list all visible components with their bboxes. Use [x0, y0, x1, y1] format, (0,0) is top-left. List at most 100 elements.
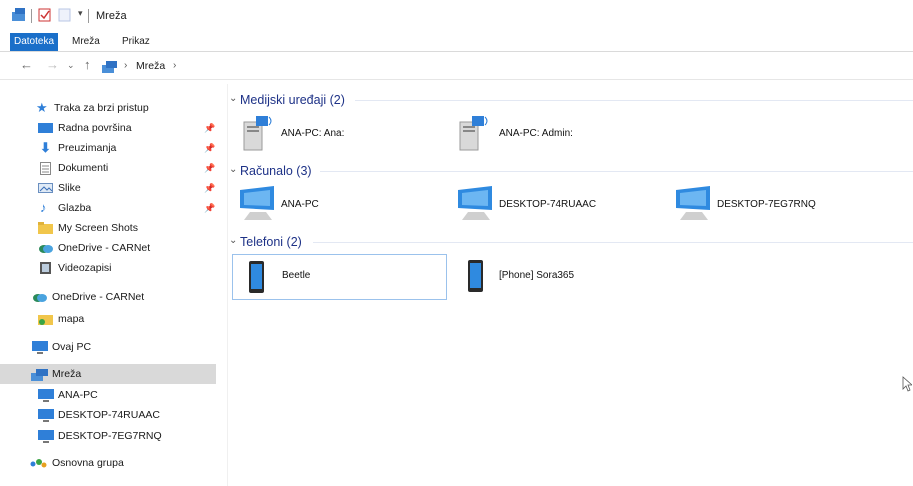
group-header-media[interactable]: Medijski uređaji (2) [240, 92, 345, 108]
ribbon-tabs: Datoteka Mreža Prikaz [0, 33, 913, 51]
folder-icon [38, 222, 53, 234]
sidebar-item-downloads[interactable]: ⬇ Preuzimanja 📌 [0, 138, 216, 158]
computer-item-desktop-7eg7rnq[interactable]: DESKTOP-7EG7RNQ [670, 184, 880, 228]
computer-icon [38, 409, 54, 422]
music-note-icon: ♪ [40, 200, 47, 215]
group-header-phones[interactable]: Telefoni (2) [240, 234, 302, 250]
computer-item-desktop-74ruaac[interactable]: DESKTOP-74RUAAC [452, 184, 662, 228]
phone-icon [249, 261, 264, 293]
sidebar-item-network[interactable]: Mreža [0, 364, 216, 384]
media-item-admin[interactable]: ANA-PC: Admin: [452, 112, 662, 156]
sidebar-item-desktop-7eg7rnq[interactable]: DESKTOP-7EG7RNQ [0, 426, 216, 446]
sidebar-item-desktop[interactable]: Radna površina 📌 [0, 118, 216, 138]
customize-toolbar-icon[interactable]: ▾ [78, 8, 83, 19]
desktop-icon [38, 123, 53, 133]
media-server-icon [459, 116, 488, 151]
chevron-down-icon[interactable]: ⌄ [229, 235, 237, 246]
star-icon: ★ [36, 100, 48, 115]
forward-arrow-icon[interactable]: → [46, 57, 59, 72]
breadcrumb-chevron-icon: › [124, 60, 128, 71]
network-icon [31, 369, 48, 381]
phone-icon [468, 260, 483, 292]
title-bar: ▾ Mreža [0, 0, 913, 32]
item-label: DESKTOP-7EG7RNQ [717, 199, 816, 210]
computer-item-ana-pc[interactable]: ANA-PC [234, 184, 444, 228]
document-icon [40, 162, 51, 175]
separator [31, 9, 32, 23]
pin-icon[interactable]: 📌 [204, 118, 215, 138]
media-server-icon [243, 116, 272, 151]
sidebar-item-label: OneDrive - CARNet [58, 242, 151, 254]
address-row: ← → ⌄ ↑ › Mreža › [0, 55, 913, 79]
sidebar-item-label: mapa [58, 313, 85, 325]
phone-item-sora365[interactable]: [Phone] Sora365 [452, 255, 662, 299]
sidebar-item-label: Ovaj PC [52, 341, 92, 353]
video-icon [40, 262, 51, 274]
group-divider [313, 242, 913, 243]
sidebar-item-label: Osnovna grupa [52, 457, 124, 469]
sidebar-item-this-pc[interactable]: Ovaj PC [0, 337, 216, 357]
media-item-ana[interactable]: ANA-PC: Ana: [234, 112, 444, 156]
sidebar-item-videos[interactable]: Videozapisi [0, 258, 216, 278]
back-arrow-icon[interactable]: ← [20, 57, 33, 72]
up-arrow-icon[interactable]: ↑ [84, 57, 91, 72]
tab-file[interactable]: Datoteka [10, 33, 59, 51]
recent-locations-icon[interactable]: ⌄ [67, 60, 75, 71]
item-label: ANA-PC: Admin: [499, 128, 573, 139]
sidebar-item-onedrive-quick[interactable]: OneDrive - CARNet [0, 238, 216, 258]
sidebar-item-label: OneDrive - CARNet [52, 291, 145, 303]
sidebar-item-music[interactable]: ♪ Glazba 📌 [0, 198, 216, 218]
sidebar-item-label: Videozapisi [58, 262, 112, 274]
tab-network[interactable]: Mreža [68, 33, 104, 51]
sidebar-item-label: DESKTOP-74RUAAC [58, 409, 160, 421]
item-label: Beetle [282, 270, 311, 281]
computer-icon [676, 186, 710, 220]
sidebar-item-documents[interactable]: Dokumenti 📌 [0, 158, 216, 178]
pin-icon[interactable]: 📌 [204, 178, 215, 198]
sidebar-item-mapa[interactable]: mapa [0, 309, 216, 329]
group-divider [355, 100, 913, 101]
sidebar-item-ana-pc[interactable]: ANA-PC [0, 385, 216, 405]
computer-icon [38, 430, 54, 443]
cursor-icon [902, 376, 912, 392]
address-divider [0, 79, 913, 80]
pin-icon[interactable]: 📌 [204, 198, 215, 218]
chevron-down-icon[interactable]: ⌄ [229, 164, 237, 175]
sidebar-item-label: Preuzimanja [58, 142, 117, 154]
pane-divider [227, 84, 228, 486]
new-folder-icon[interactable] [58, 8, 72, 22]
phone-item-beetle[interactable]: Beetle [232, 254, 447, 300]
navigation-pane: ★ Traka za brzi pristup Radna površina 📌… [0, 84, 216, 486]
sidebar-item-label: ANA-PC [58, 389, 98, 401]
sidebar-item-quick-access[interactable]: ★ Traka za brzi pristup [22, 98, 216, 118]
tab-view[interactable]: Prikaz [118, 33, 154, 51]
ribbon-divider [0, 51, 913, 52]
sidebar-item-label: Slike [58, 182, 81, 194]
folder-icon [38, 315, 53, 325]
sidebar-item-label: Dokumenti [58, 162, 109, 174]
sidebar-item-onedrive[interactable]: OneDrive - CARNet [0, 287, 216, 307]
pictures-icon [38, 183, 53, 193]
item-label: ANA-PC: Ana: [281, 128, 345, 139]
sidebar-item-desktop-74ruaac[interactable]: DESKTOP-74RUAAC [0, 405, 216, 425]
breadcrumb-network[interactable]: Mreža [136, 60, 165, 72]
computer-icon [38, 389, 54, 402]
download-arrow-icon: ⬇ [40, 140, 51, 155]
properties-icon[interactable] [38, 8, 52, 22]
window-title: Mreža [96, 10, 127, 22]
onedrive-icon [33, 294, 47, 302]
sidebar-item-label: Traka za brzi pristup [54, 102, 149, 114]
sidebar-item-pictures[interactable]: Slike 📌 [0, 178, 216, 198]
pin-icon[interactable]: 📌 [204, 158, 215, 178]
item-label: ANA-PC [281, 199, 319, 210]
item-label: DESKTOP-74RUAAC [499, 199, 597, 210]
onedrive-icon [39, 245, 53, 253]
sidebar-item-my-screen-shots[interactable]: My Screen Shots [0, 218, 216, 238]
breadcrumb-chevron-icon[interactable]: › [173, 60, 176, 71]
group-header-computers[interactable]: Računalo (3) [240, 163, 312, 179]
sidebar-item-homegroup[interactable]: Osnovna grupa [0, 453, 216, 473]
pin-icon[interactable]: 📌 [204, 138, 215, 158]
chevron-down-icon[interactable]: ⌄ [229, 93, 237, 104]
sidebar-item-label: DESKTOP-7EG7RNQ [58, 430, 162, 442]
network-folder-icon[interactable] [12, 8, 28, 22]
